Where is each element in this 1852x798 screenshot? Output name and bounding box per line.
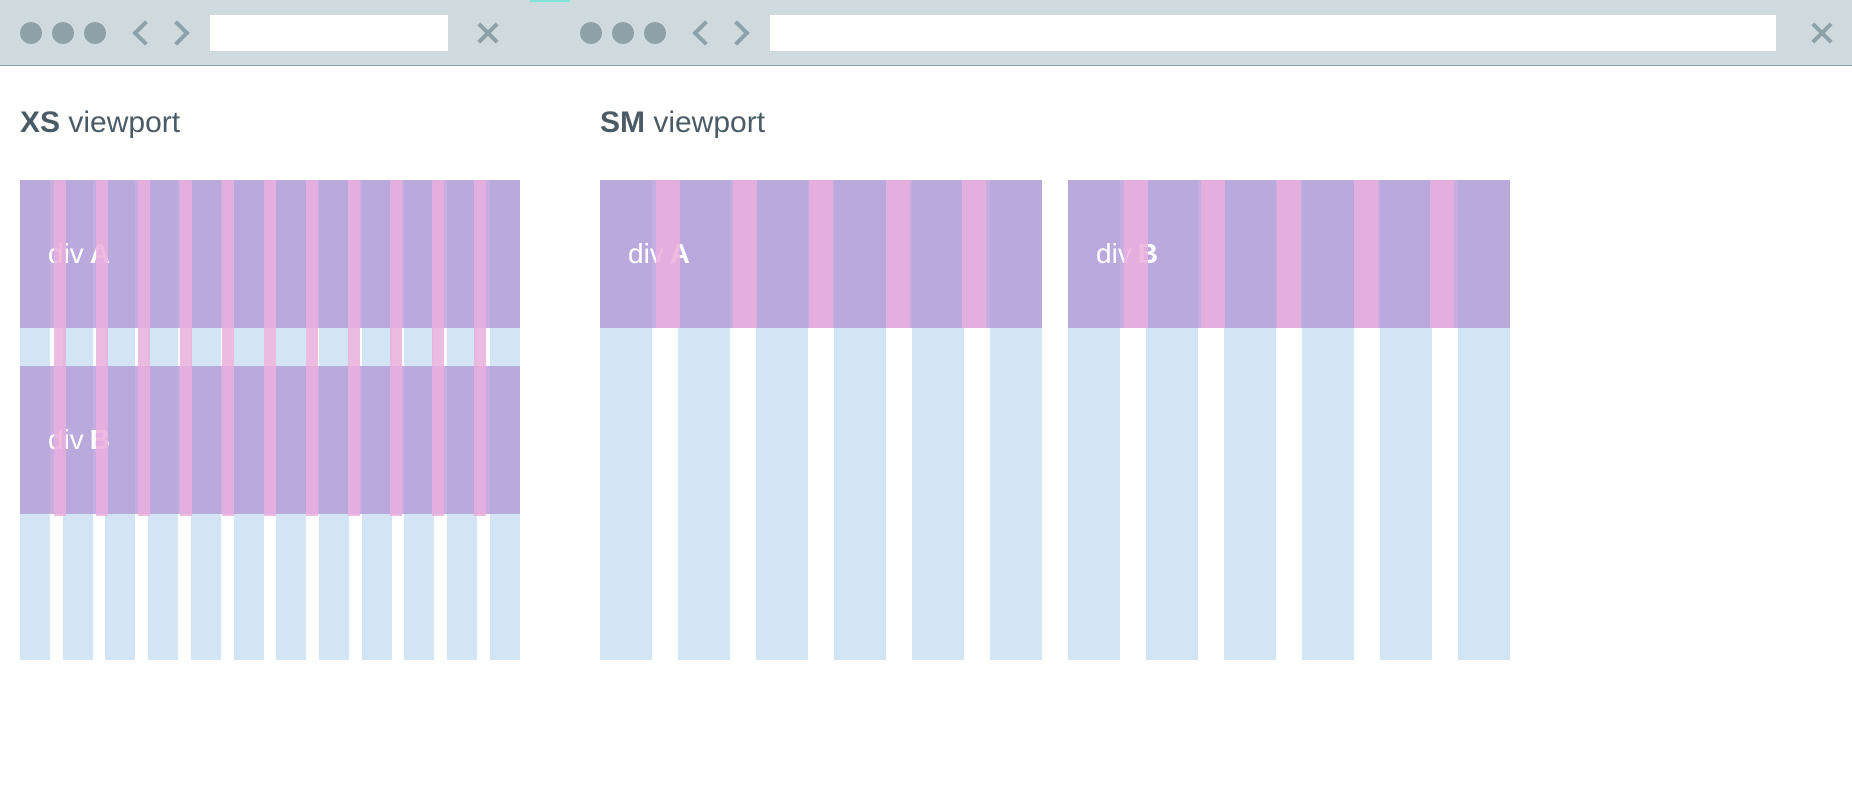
- traffic-lights-right: [580, 22, 666, 44]
- dot-icon: [20, 22, 42, 44]
- traffic-lights-left: [20, 22, 106, 44]
- heading-sm-bold: SM: [600, 106, 645, 139]
- heading-xs-rest: viewport: [60, 106, 180, 139]
- content: XS viewport div A: [0, 66, 1852, 660]
- grid-sm-left-overlay: div A: [600, 180, 1042, 328]
- block-b-text: div: [1096, 238, 1132, 270]
- chevron-right-icon[interactable]: [724, 20, 749, 45]
- toolbar: [0, 0, 1852, 66]
- block-b: div B: [1068, 180, 1510, 328]
- close-icon[interactable]: [474, 20, 500, 46]
- dot-icon: [644, 22, 666, 44]
- block-b-bold: B: [1138, 238, 1158, 270]
- grid-sm-right: div B: [1068, 180, 1510, 660]
- close-icon[interactable]: [1808, 20, 1834, 46]
- grid-sm-wrap: div A: [600, 180, 1832, 660]
- browser-chrome-left: [0, 15, 500, 51]
- panel-sm: SM viewport div A: [600, 106, 1832, 660]
- block-b: div B: [20, 366, 520, 514]
- heading-xs-bold: XS: [20, 106, 60, 139]
- url-input-right[interactable]: [770, 15, 1776, 51]
- block-b-text: div: [48, 424, 84, 456]
- panel-xs: XS viewport div A: [20, 106, 520, 660]
- grid-sm-right-overlay: div B: [1068, 180, 1510, 328]
- dot-icon: [52, 22, 74, 44]
- chevron-left-icon[interactable]: [692, 20, 717, 45]
- block-a-bold: A: [90, 238, 110, 270]
- dot-icon: [612, 22, 634, 44]
- heading-sm-rest: viewport: [645, 106, 765, 139]
- grid-xs-overlay: div A div B: [20, 180, 520, 514]
- block-a: div A: [20, 180, 520, 328]
- chevron-left-icon[interactable]: [132, 20, 157, 45]
- block-a-text: div: [628, 238, 664, 270]
- block-a-text: div: [48, 238, 84, 270]
- browser-chrome-right: [560, 15, 1852, 51]
- heading-sm: SM viewport: [600, 106, 1832, 140]
- heading-xs: XS viewport: [20, 106, 520, 140]
- block-a: div A: [600, 180, 1042, 328]
- url-input-left[interactable]: [210, 15, 448, 51]
- block-b-bold: B: [90, 424, 110, 456]
- dot-icon: [84, 22, 106, 44]
- chevron-right-icon[interactable]: [164, 20, 189, 45]
- grid-xs: div A div B: [20, 180, 520, 660]
- dot-icon: [580, 22, 602, 44]
- block-a-bold: A: [670, 238, 690, 270]
- grid-sm-left: div A: [600, 180, 1042, 660]
